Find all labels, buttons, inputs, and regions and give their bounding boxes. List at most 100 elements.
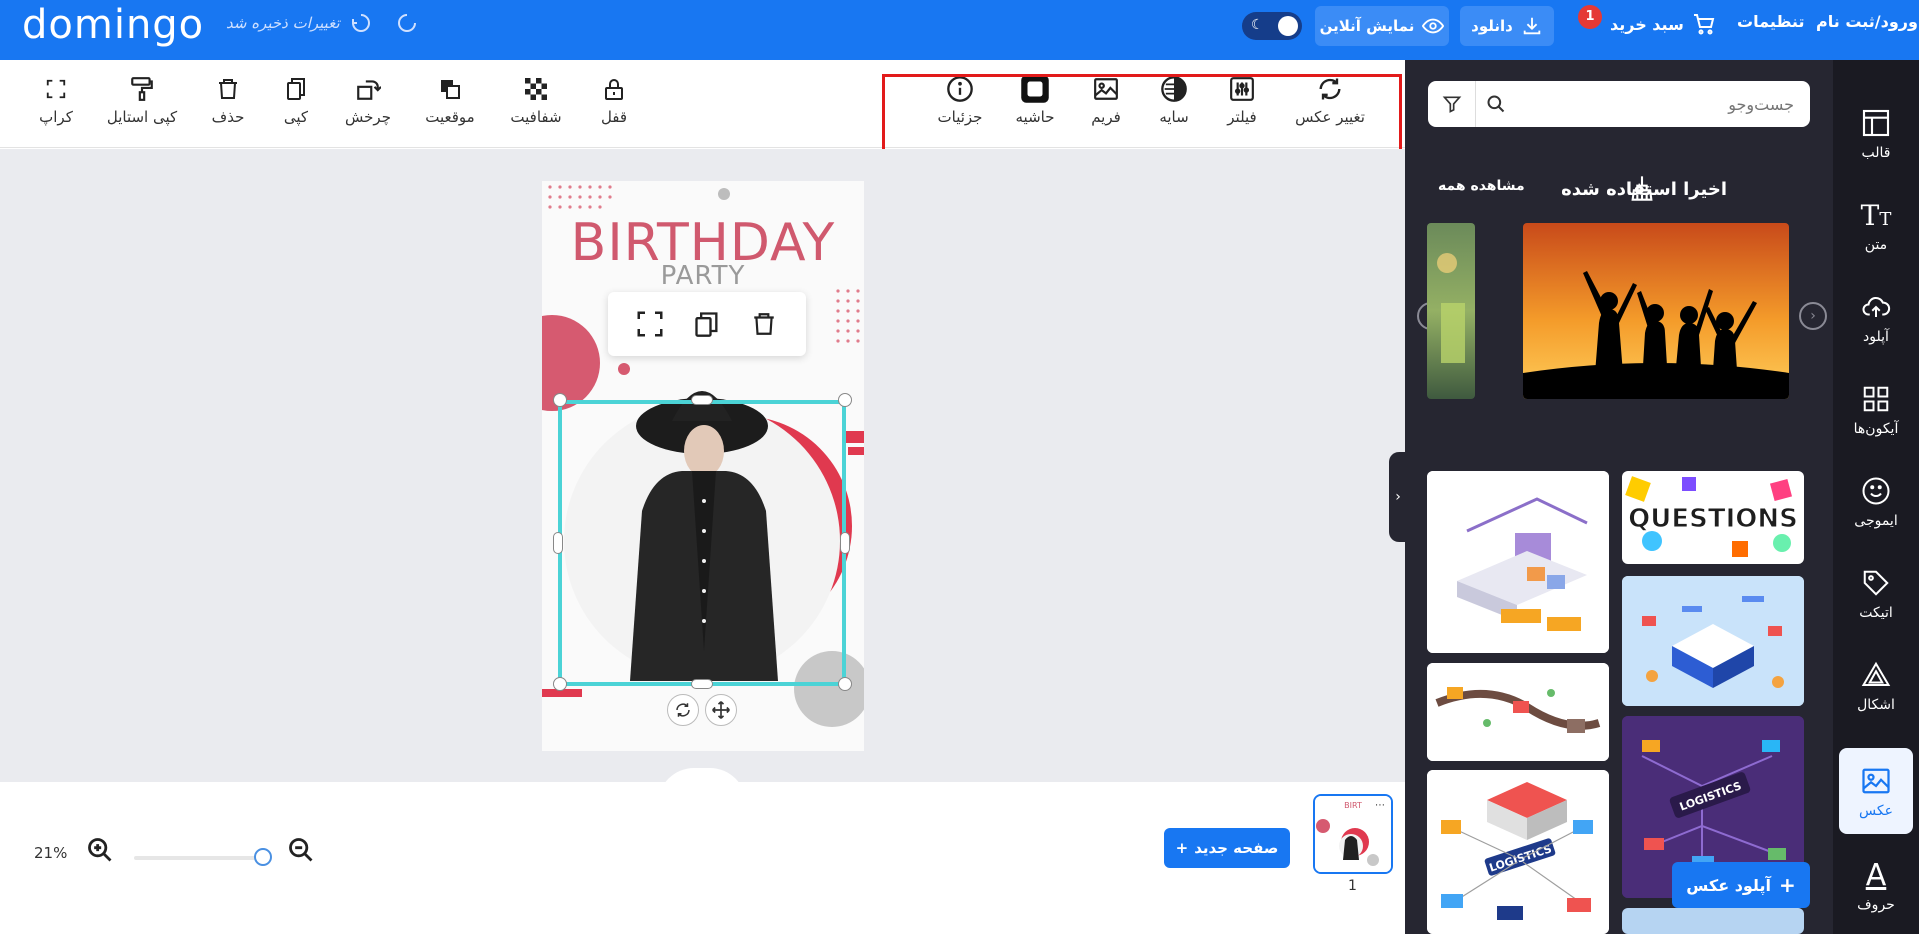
rotate-tool[interactable]: چرخش	[328, 74, 408, 126]
resize-handle-top-left[interactable]	[553, 393, 567, 407]
fullscreen-icon[interactable]	[632, 306, 668, 342]
grid-image-warehouse-white[interactable]	[1427, 471, 1609, 653]
moon-icon: ☾	[1251, 17, 1264, 33]
carousel-next-icon[interactable]: ›	[1799, 302, 1827, 330]
login-link[interactable]: ورود/ثبت نام	[1816, 12, 1918, 31]
sidebar-item-icons[interactable]: آیکون‌ها	[1839, 366, 1913, 452]
sidebar-label-fonts: حروف	[1857, 897, 1895, 913]
dark-mode-toggle[interactable]: ☾	[1242, 12, 1302, 40]
selection-box[interactable]	[558, 400, 846, 686]
grid-image-partial[interactable]	[1622, 908, 1804, 934]
search-icon[interactable]	[1486, 94, 1506, 118]
sidebar-label-emoji: ایموجی	[1854, 513, 1898, 529]
grid-image-logistics-white[interactable]: LOGISTICS	[1427, 770, 1609, 934]
sidebar-label-upload: آپلود	[1863, 329, 1889, 345]
transparency-label: شفافیت	[510, 108, 562, 126]
online-preview-label: نمایش آنلاین	[1319, 17, 1415, 35]
panel-collapse-toggle[interactable]: ›	[1389, 452, 1407, 542]
transparency-tool[interactable]: شفافیت	[496, 74, 576, 126]
zoom-slider-thumb[interactable]	[254, 848, 272, 866]
party-subtitle[interactable]: PARTY	[542, 261, 864, 291]
copy-style-tool[interactable]: کپی استایل	[102, 74, 182, 126]
page-number: 1	[1348, 878, 1357, 894]
download-label: دانلود	[1471, 17, 1513, 35]
details-label: جزئیات	[937, 108, 983, 126]
download-button[interactable]: دانلود	[1460, 6, 1554, 46]
lock-tool[interactable]: قفل	[574, 74, 654, 126]
download-icon	[1523, 17, 1541, 35]
duplicate-icon[interactable]	[689, 306, 725, 342]
sidebar-label-shapes: اشکال	[1857, 697, 1895, 713]
template-icon	[1858, 105, 1894, 141]
sidebar-item-template[interactable]: قالب	[1839, 90, 1913, 176]
resize-handle-top[interactable]	[691, 395, 713, 405]
grid-image-road-map[interactable]	[1427, 663, 1609, 761]
border-tool[interactable]: حاشیه	[995, 74, 1075, 126]
toggle-knob	[1278, 16, 1298, 36]
smiley-icon	[1858, 473, 1894, 509]
change-image-tool[interactable]: تغییر عکس	[1290, 74, 1370, 126]
move-handle-icon[interactable]	[705, 694, 737, 726]
undo-icon[interactable]	[347, 9, 375, 37]
crop-tool[interactable]: کراپ	[16, 74, 96, 126]
resize-handle-right[interactable]	[840, 532, 850, 554]
lock-icon	[599, 74, 629, 104]
svg-text:⋯: ⋯	[1375, 800, 1385, 811]
sidebar-item-upload[interactable]: آپلود	[1839, 274, 1913, 360]
search-input[interactable]	[1514, 89, 1794, 119]
trash-icon	[213, 74, 243, 104]
recent-photo-sunset[interactable]	[1523, 223, 1789, 399]
zoom-in-icon[interactable]	[86, 836, 114, 868]
trash-icon[interactable]	[746, 306, 782, 342]
filter-tool[interactable]: فیلتر	[1202, 74, 1282, 126]
border-icon	[1020, 74, 1050, 104]
sidebar-label-text: متن	[1864, 237, 1888, 253]
info-icon	[945, 74, 975, 104]
logistics-white-graphic: LOGISTICS	[1427, 770, 1609, 934]
sidebar-item-fonts[interactable]: A حروف	[1839, 842, 1913, 928]
plus-icon: +	[1778, 873, 1796, 897]
sidebar-label-sticker: اتیکت	[1859, 605, 1893, 621]
save-status: تغییرات ذخیره شد	[226, 14, 340, 32]
filter-funnel-icon[interactable]	[1428, 81, 1476, 127]
rotate-handle-icon[interactable]	[667, 694, 699, 726]
settings-link[interactable]: تنظیمات	[1737, 12, 1804, 31]
broom-icon[interactable]	[1628, 174, 1656, 206]
new-page-button[interactable]: + صفحه جدید	[1164, 828, 1290, 868]
online-preview-button[interactable]: نمایش آنلاین	[1315, 6, 1449, 46]
crop-label: کراپ	[39, 108, 73, 126]
resize-handle-bottom-left[interactable]	[553, 677, 567, 691]
shadow-label: سایه	[1159, 108, 1189, 126]
resize-handle-top-right[interactable]	[838, 393, 852, 407]
sidebar-item-emoji[interactable]: ایموجی	[1839, 458, 1913, 544]
domingo-logo[interactable]: domingo	[22, 2, 204, 48]
resize-handle-bottom[interactable]	[691, 679, 713, 689]
copy-tool[interactable]: کپی	[256, 74, 336, 126]
zoom-slider-track[interactable]	[134, 856, 264, 860]
sidebar-label-template: قالب	[1861, 145, 1891, 161]
zoom-out-icon[interactable]	[287, 836, 315, 868]
search-bar	[1428, 81, 1810, 127]
sidebar-item-photo[interactable]: عکس	[1839, 748, 1913, 834]
filter-label: فیلتر	[1227, 108, 1257, 126]
sidebar-item-shapes[interactable]: اشکال	[1839, 642, 1913, 728]
sidebar-item-sticker[interactable]: اتیکت	[1839, 550, 1913, 636]
grid-image-questions[interactable]: QUESTIONS	[1622, 471, 1804, 564]
sidebar-item-text[interactable]: TT متن	[1839, 182, 1913, 268]
resize-handle-left[interactable]	[553, 532, 563, 554]
sidebar-label-icons: آیکون‌ها	[1853, 421, 1899, 437]
sidebar-label-photo: عکس	[1859, 803, 1893, 819]
page-thumbnail[interactable]: BIRT ⋯	[1313, 794, 1393, 874]
cart-button[interactable]: سبد خرید	[1610, 12, 1716, 36]
position-tool[interactable]: موقعیت	[410, 74, 490, 126]
layers-icon	[435, 74, 465, 104]
see-all-link[interactable]: مشاهده همه	[1438, 178, 1525, 194]
details-tool[interactable]: جزئیات	[920, 74, 1000, 126]
redo-icon[interactable]	[393, 9, 421, 37]
recent-photo-drink[interactable]	[1427, 223, 1475, 399]
resize-handle-bottom-right[interactable]	[838, 677, 852, 691]
page-thumbnail-preview: BIRT ⋯	[1315, 796, 1391, 872]
cart-count-badge: 1	[1578, 5, 1602, 29]
grid-image-warehouse-blue[interactable]	[1622, 576, 1804, 706]
upload-photo-button[interactable]: آپلود عکس +	[1672, 862, 1810, 908]
